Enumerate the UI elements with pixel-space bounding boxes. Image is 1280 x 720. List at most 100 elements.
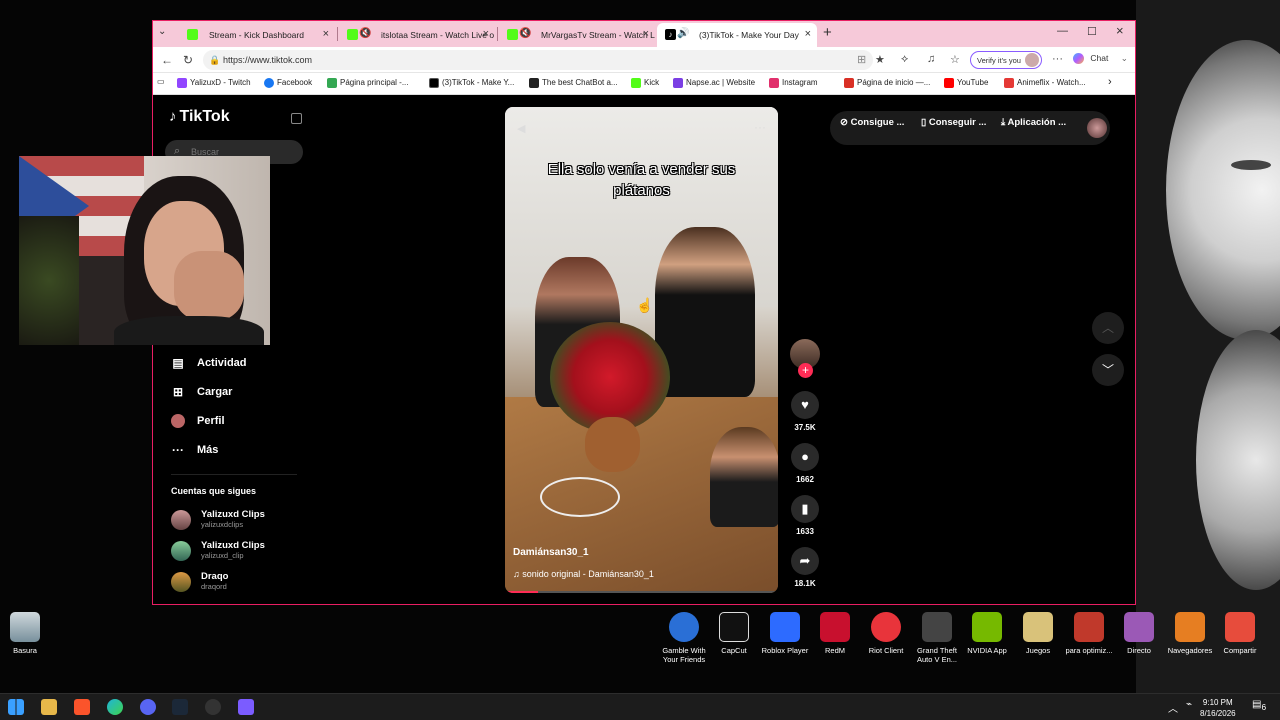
brave-icon[interactable] bbox=[74, 699, 90, 715]
save-button[interactable]: ▮ 1633 bbox=[789, 495, 821, 536]
network-icon[interactable]: ⌁ bbox=[1186, 699, 1192, 710]
bookmark-item[interactable]: Facebook bbox=[264, 78, 312, 88]
obs-icon[interactable] bbox=[205, 699, 221, 715]
back-button[interactable]: ← bbox=[161, 53, 173, 67]
get-coins-button[interactable]: ⊘ Consigue ... bbox=[840, 117, 904, 128]
previous-video-button[interactable]: ︿ bbox=[1092, 312, 1124, 344]
bookmark-item[interactable]: Napse.ac | Website bbox=[673, 78, 755, 88]
bookmark-item[interactable]: Instagram bbox=[769, 78, 818, 88]
desktop-icon[interactable]: RedM bbox=[808, 612, 862, 655]
nav-item-actividad[interactable]: ▤ Actividad bbox=[171, 356, 246, 370]
folder-icon bbox=[1124, 612, 1154, 642]
next-video-button[interactable]: ﹀ bbox=[1092, 354, 1124, 386]
close-tab-icon[interactable]: × bbox=[805, 28, 811, 40]
favorites-icon[interactable]: ☆ bbox=[950, 53, 960, 66]
volume-icon[interactable]: ◀ bbox=[517, 122, 525, 135]
video-progress-bar[interactable] bbox=[505, 591, 778, 593]
muted-icon[interactable]: 🔇 bbox=[359, 28, 371, 39]
address-bar[interactable]: 🔒 https://www.tiktok.com bbox=[203, 50, 873, 70]
phone-icon: ▯ bbox=[921, 117, 929, 128]
close-window-button[interactable]: × bbox=[1116, 23, 1124, 38]
app-available-icon[interactable]: ⊞ bbox=[857, 53, 866, 66]
bookmark-item[interactable]: YalizuxD - Twitch bbox=[177, 78, 251, 88]
comment-button[interactable]: ● 1662 bbox=[789, 443, 821, 484]
tab-tiktok[interactable]: ♪ 🔊 (3)TikTok - Make Your Day × bbox=[657, 23, 817, 47]
chevron-right-icon[interactable]: › bbox=[1108, 76, 1112, 88]
steam-icon[interactable] bbox=[172, 699, 188, 715]
bookmark-item[interactable]: (3)TikTok - Make Y... bbox=[429, 78, 514, 88]
tab-mrvargastv[interactable]: 🔇 MrVargasTv Stream - Watch L × bbox=[499, 23, 655, 47]
get-app-button[interactable]: ▯ Conseguir ... bbox=[921, 117, 986, 128]
bookmark-item[interactable]: YouTube bbox=[944, 78, 988, 88]
extensions-icon[interactable]: ⟡ bbox=[901, 53, 908, 66]
favorite-star-icon[interactable]: ★ bbox=[875, 53, 885, 66]
start-button[interactable] bbox=[8, 699, 24, 715]
profile-verify-button[interactable]: Verify it's you bbox=[970, 51, 1042, 69]
following-account[interactable]: Draqo draqord bbox=[171, 571, 228, 592]
desktop-icon[interactable]: Gamble With Your Friends bbox=[657, 612, 711, 664]
more-options-icon[interactable]: ··· bbox=[1052, 53, 1063, 65]
time: 9:10 PM bbox=[1202, 698, 1233, 707]
desktop-icon[interactable]: Navegadores bbox=[1163, 612, 1217, 655]
close-tab-icon[interactable]: × bbox=[643, 28, 649, 40]
desktop-icon[interactable]: Juegos bbox=[1011, 612, 1065, 655]
clock[interactable]: 9:10 PM 8/16/2026 bbox=[1200, 697, 1236, 719]
close-tab-icon[interactable]: × bbox=[323, 28, 329, 40]
bookmark-item[interactable]: The best ChatBot a... bbox=[529, 78, 618, 88]
folder-icon bbox=[1175, 612, 1205, 642]
chevron-up-icon[interactable]: ︿ bbox=[1168, 700, 1178, 715]
sidebar-tools-icon[interactable]: ♫ bbox=[927, 53, 935, 65]
muted-icon[interactable]: 🔇 bbox=[519, 28, 531, 39]
close-tab-icon[interactable]: × bbox=[483, 28, 489, 40]
icon-label: Juegos bbox=[1025, 646, 1051, 655]
desktop-icon[interactable]: CapCut bbox=[707, 612, 761, 655]
desktop-icon[interactable]: NVIDIA App bbox=[960, 612, 1014, 655]
tiktok-page: ♪ TikTok ⌕ Buscar ▤ Actividad ⊞ Cargar Perf… bbox=[153, 96, 1135, 604]
refresh-button[interactable]: ↻ bbox=[183, 53, 193, 67]
kick-icon bbox=[347, 29, 358, 40]
desktop-icon[interactable]: Riot Client bbox=[859, 612, 913, 655]
bookmark-item[interactable]: Animeflix - Watch... bbox=[1004, 78, 1086, 88]
tiktok-logo[interactable]: ♪ TikTok bbox=[169, 108, 230, 126]
collections-icon[interactable]: ▭ bbox=[157, 77, 165, 86]
share-button[interactable]: ➦ 18.1K bbox=[789, 547, 821, 588]
download-app-button[interactable]: ⤓ Aplicación ... bbox=[1001, 117, 1066, 128]
nav-item-cargar[interactable]: ⊞ Cargar bbox=[171, 385, 233, 399]
nav-item-mas[interactable]: ··· Más bbox=[171, 443, 218, 457]
following-account[interactable]: Yalizuxd Clips yalizuxdclips bbox=[171, 509, 265, 530]
discord-icon[interactable] bbox=[140, 699, 156, 715]
share-icon: ➦ bbox=[791, 547, 819, 575]
copilot-chat-button[interactable]: Chat ⌄ bbox=[1073, 53, 1128, 65]
new-tab-button[interactable]: + bbox=[823, 24, 832, 41]
audio-playing-icon[interactable]: 🔊 bbox=[677, 28, 689, 39]
maximize-button[interactable]: ☐ bbox=[1087, 25, 1097, 38]
video-author[interactable]: Damiánsan30_1 bbox=[513, 547, 589, 558]
file-explorer-icon[interactable] bbox=[41, 699, 57, 715]
desktop-icon-recycle-bin[interactable]: Basura bbox=[0, 612, 52, 655]
desktop-icon[interactable]: para optimiz... bbox=[1062, 612, 1116, 655]
follow-button[interactable]: + bbox=[798, 363, 813, 378]
bookmark-item[interactable]: Página principal -... bbox=[327, 78, 408, 88]
more-options-icon[interactable]: ··· bbox=[754, 120, 766, 134]
profile-avatar[interactable] bbox=[1087, 118, 1107, 138]
desktop-icon[interactable]: Roblox Player bbox=[758, 612, 812, 655]
desktop-icon[interactable]: Grand Theft Auto V En... bbox=[910, 612, 964, 664]
minimize-button[interactable]: — bbox=[1057, 25, 1068, 37]
tab-kick-dashboard[interactable]: Stream - Kick Dashboard × bbox=[179, 23, 335, 47]
video-sound[interactable]: ♫ sonido original - Damiánsan30_1 bbox=[513, 569, 654, 579]
desktop-icon[interactable]: Compartir bbox=[1214, 612, 1266, 655]
bookmark-item[interactable]: Kick bbox=[631, 78, 659, 88]
video-player[interactable]: Ella solo venía a vender sus plátanos ◀ ·… bbox=[505, 107, 778, 593]
desktop-icon[interactable]: Directo bbox=[1112, 612, 1166, 655]
site-info-icon[interactable]: 🔒 bbox=[209, 55, 220, 66]
app-icon[interactable] bbox=[238, 699, 254, 715]
tab-itslotaa[interactable]: 🔇 itslotaa Stream - Watch Live o × bbox=[339, 23, 495, 47]
notification-icon[interactable]: ▤6 bbox=[1252, 699, 1266, 712]
edge-icon[interactable] bbox=[107, 699, 123, 715]
bookmark-item[interactable]: Página de inicio —... bbox=[844, 78, 930, 88]
nav-item-perfil[interactable]: Perfil bbox=[171, 414, 225, 428]
following-account[interactable]: Yalizuxd Clips yalizuxd_clip bbox=[171, 540, 265, 561]
collapse-sidebar-icon[interactable] bbox=[291, 113, 302, 124]
tab-list-dropdown-icon[interactable]: ⌄ bbox=[158, 26, 166, 37]
like-button[interactable]: ♥ 37.5K bbox=[789, 391, 821, 432]
